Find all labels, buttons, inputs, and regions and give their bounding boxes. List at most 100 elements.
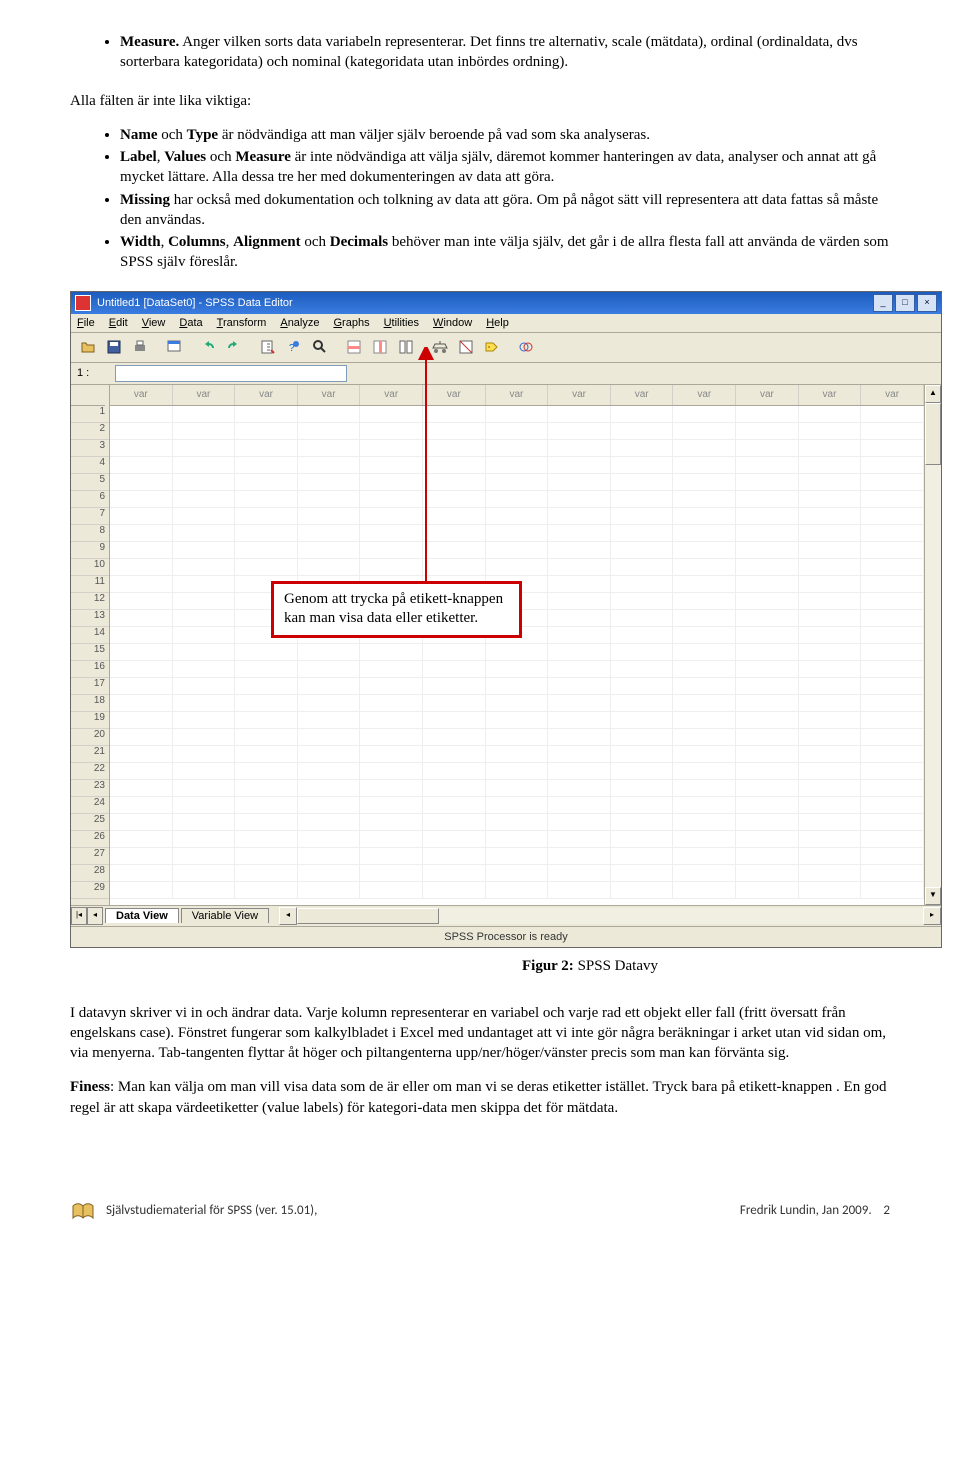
- tab-first-icon[interactable]: |◂: [71, 907, 87, 925]
- grid-cell[interactable]: [173, 746, 236, 762]
- grid-cell[interactable]: [173, 610, 236, 626]
- grid-cell[interactable]: [548, 559, 611, 575]
- grid-cell[interactable]: [861, 542, 924, 558]
- column-header[interactable]: var: [360, 385, 423, 405]
- grid-cell[interactable]: [173, 559, 236, 575]
- tab-data-view[interactable]: Data View: [105, 908, 179, 923]
- grid-cell[interactable]: [611, 780, 674, 796]
- grid-cell[interactable]: [298, 729, 361, 745]
- grid-cell[interactable]: [235, 746, 298, 762]
- grid-cell[interactable]: [423, 848, 486, 864]
- grid-cell[interactable]: [173, 423, 236, 439]
- grid-cell[interactable]: [611, 712, 674, 728]
- grid-cell[interactable]: [861, 797, 924, 813]
- grid-cell[interactable]: [861, 576, 924, 592]
- menu-data[interactable]: Data: [179, 317, 202, 329]
- grid-cell[interactable]: [360, 440, 423, 456]
- grid-cell[interactable]: [736, 882, 799, 898]
- grid-cell[interactable]: [486, 678, 549, 694]
- grid-cell[interactable]: [423, 559, 486, 575]
- scroll-up-icon[interactable]: ▲: [925, 385, 941, 403]
- grid-cell[interactable]: [298, 406, 361, 422]
- grid-cell[interactable]: [423, 423, 486, 439]
- scroll-thumb[interactable]: [925, 403, 941, 465]
- grid-cell[interactable]: [673, 406, 736, 422]
- grid-cell[interactable]: [548, 525, 611, 541]
- grid-cell[interactable]: [110, 661, 173, 677]
- goto-case-icon[interactable]: [256, 336, 280, 359]
- grid-cell[interactable]: [110, 525, 173, 541]
- grid-cell[interactable]: [736, 814, 799, 830]
- menu-edit[interactable]: Edit: [109, 317, 128, 329]
- grid-cell[interactable]: [548, 831, 611, 847]
- row-header[interactable]: 20: [71, 729, 109, 746]
- grid-cell[interactable]: [360, 474, 423, 490]
- grid-cell[interactable]: [298, 644, 361, 660]
- grid-cell[interactable]: [611, 593, 674, 609]
- row-header[interactable]: 12: [71, 593, 109, 610]
- grid-cell[interactable]: [173, 763, 236, 779]
- grid-cell[interactable]: [548, 542, 611, 558]
- row-header[interactable]: 6: [71, 491, 109, 508]
- column-header[interactable]: var: [611, 385, 674, 405]
- grid-cell[interactable]: [799, 593, 862, 609]
- grid-cell[interactable]: [173, 542, 236, 558]
- grid-cell[interactable]: [736, 593, 799, 609]
- grid-cell[interactable]: [861, 644, 924, 660]
- grid-cell[interactable]: [736, 508, 799, 524]
- grid-cell[interactable]: [548, 865, 611, 881]
- grid-cell[interactable]: [548, 644, 611, 660]
- grid-cell[interactable]: [736, 831, 799, 847]
- grid-cell[interactable]: [799, 661, 862, 677]
- grid-cell[interactable]: [736, 678, 799, 694]
- menu-window[interactable]: Window: [433, 317, 472, 329]
- grid-cell[interactable]: [486, 712, 549, 728]
- grid-cell[interactable]: [673, 644, 736, 660]
- hscroll-track[interactable]: [439, 908, 923, 924]
- grid-cell[interactable]: [235, 882, 298, 898]
- dialog-recall-icon[interactable]: [162, 336, 186, 359]
- grid-cell[interactable]: [673, 729, 736, 745]
- grid-cell[interactable]: [736, 423, 799, 439]
- tab-variable-view[interactable]: Variable View: [181, 908, 269, 923]
- grid-cell[interactable]: [173, 814, 236, 830]
- scroll-right-icon[interactable]: ▸: [923, 907, 941, 925]
- grid-cell[interactable]: [486, 525, 549, 541]
- grid-cell[interactable]: [611, 542, 674, 558]
- grid-cell[interactable]: [736, 644, 799, 660]
- grid-cell[interactable]: [799, 729, 862, 745]
- grid-cell[interactable]: [799, 576, 862, 592]
- grid-cell[interactable]: [486, 440, 549, 456]
- restore-button[interactable]: □: [895, 294, 915, 312]
- grid-cell[interactable]: [861, 678, 924, 694]
- row-header[interactable]: 18: [71, 695, 109, 712]
- value-labels-icon[interactable]: [480, 336, 504, 359]
- grid-cell[interactable]: [110, 610, 173, 626]
- row-header[interactable]: 25: [71, 814, 109, 831]
- grid-cell[interactable]: [423, 712, 486, 728]
- row-header[interactable]: 23: [71, 780, 109, 797]
- grid-cell[interactable]: [736, 746, 799, 762]
- grid-cell[interactable]: [673, 763, 736, 779]
- grid-cell[interactable]: [861, 457, 924, 473]
- grid-cell[interactable]: [235, 559, 298, 575]
- grid-cell[interactable]: [548, 746, 611, 762]
- close-button[interactable]: ×: [917, 294, 937, 312]
- grid-cell[interactable]: [235, 542, 298, 558]
- grid-cell[interactable]: [423, 695, 486, 711]
- grid-cell[interactable]: [736, 491, 799, 507]
- grid-cell[interactable]: [173, 831, 236, 847]
- grid-cell[interactable]: [673, 627, 736, 643]
- grid-cell[interactable]: [611, 508, 674, 524]
- grid-cell[interactable]: [110, 695, 173, 711]
- menu-graphs[interactable]: Graphs: [333, 317, 369, 329]
- grid-cell[interactable]: [173, 508, 236, 524]
- menu-view[interactable]: View: [142, 317, 166, 329]
- grid-cell[interactable]: [548, 848, 611, 864]
- grid-cell[interactable]: [799, 797, 862, 813]
- grid-cell[interactable]: [235, 525, 298, 541]
- row-header[interactable]: 29: [71, 882, 109, 899]
- grid-cell[interactable]: [360, 525, 423, 541]
- grid-cell[interactable]: [548, 406, 611, 422]
- save-icon[interactable]: [102, 336, 126, 359]
